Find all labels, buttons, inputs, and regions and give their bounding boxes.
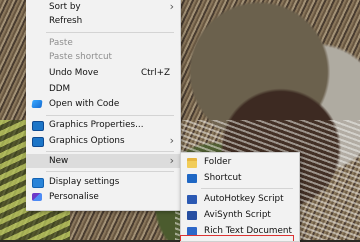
selection-outline <box>180 235 294 241</box>
menu-item-label: New <box>49 156 69 166</box>
submenu-item-label: AutoHotkey Script <box>204 194 284 204</box>
submenu-separator <box>201 188 293 189</box>
menu-item-paste-shortcut: Paste shortcut <box>26 50 180 64</box>
menu-item-paste: Paste <box>26 36 180 50</box>
menu-item-label: Graphics Properties... <box>49 120 144 130</box>
menu-item-label: Paste shortcut <box>49 52 113 62</box>
submenu-item-shortcut[interactable]: Shortcut <box>181 171 299 185</box>
menu-item-label: Display settings <box>49 177 120 187</box>
new-submenu: Folder Shortcut AutoHotkey Script AviSyn… <box>180 152 300 242</box>
menu-item-ddm[interactable]: DDM <box>26 82 180 96</box>
personalise-icon <box>32 193 42 201</box>
submenu-item-label: Folder <box>204 157 232 167</box>
menu-item-label: Sort by <box>49 2 81 12</box>
autohotkey-icon <box>187 195 197 204</box>
menu-separator <box>46 32 174 33</box>
avisynth-icon <box>187 211 197 220</box>
submenu-item-folder[interactable]: Folder <box>181 155 299 169</box>
menu-item-refresh[interactable]: Refresh <box>26 14 180 28</box>
chevron-right-icon: › <box>169 154 174 167</box>
menu-item-open-with-code[interactable]: Open with Code <box>26 97 180 111</box>
menu-item-graphics-properties[interactable]: Graphics Properties... <box>26 118 180 132</box>
menu-separator <box>46 115 174 116</box>
menu-item-display-settings[interactable]: Display settings <box>26 175 180 189</box>
vs-code-icon <box>31 100 43 108</box>
menu-item-label: Open with Code <box>49 99 120 109</box>
menu-item-label: Graphics Options <box>49 136 125 146</box>
menu-item-label: Personalise <box>49 192 99 202</box>
graphics-options-icon <box>32 137 44 147</box>
display-settings-icon <box>32 178 44 188</box>
chevron-right-icon: › <box>169 0 174 13</box>
chevron-right-icon: › <box>169 134 174 147</box>
submenu-item-label: Shortcut <box>204 173 242 183</box>
graphics-properties-icon <box>32 121 44 131</box>
menu-item-new[interactable]: New › <box>26 154 180 168</box>
menu-item-label: Paste <box>49 38 73 48</box>
menu-separator <box>46 171 174 172</box>
submenu-item-autohotkey-script[interactable]: AutoHotkey Script <box>181 192 299 206</box>
folder-icon <box>187 158 197 168</box>
submenu-item-avisynth-script[interactable]: AviSynth Script <box>181 208 299 222</box>
shortcut-icon <box>187 174 197 183</box>
desktop-context-menu: Sort by › Refresh Paste Paste shortcut U… <box>26 0 181 211</box>
menu-item-label: DDM <box>49 84 71 94</box>
menu-item-sort-by[interactable]: Sort by › <box>26 0 180 14</box>
menu-item-undo-move[interactable]: Undo Move Ctrl+Z <box>26 66 180 80</box>
submenu-item-label: AviSynth Script <box>204 210 271 220</box>
menu-item-shortcut: Ctrl+Z <box>140 68 170 78</box>
menu-item-label: Refresh <box>49 16 83 26</box>
menu-separator <box>46 151 174 152</box>
menu-item-personalise[interactable]: Personalise <box>26 190 180 204</box>
menu-item-label: Undo Move <box>49 68 99 78</box>
menu-item-graphics-options[interactable]: Graphics Options › <box>26 134 180 148</box>
